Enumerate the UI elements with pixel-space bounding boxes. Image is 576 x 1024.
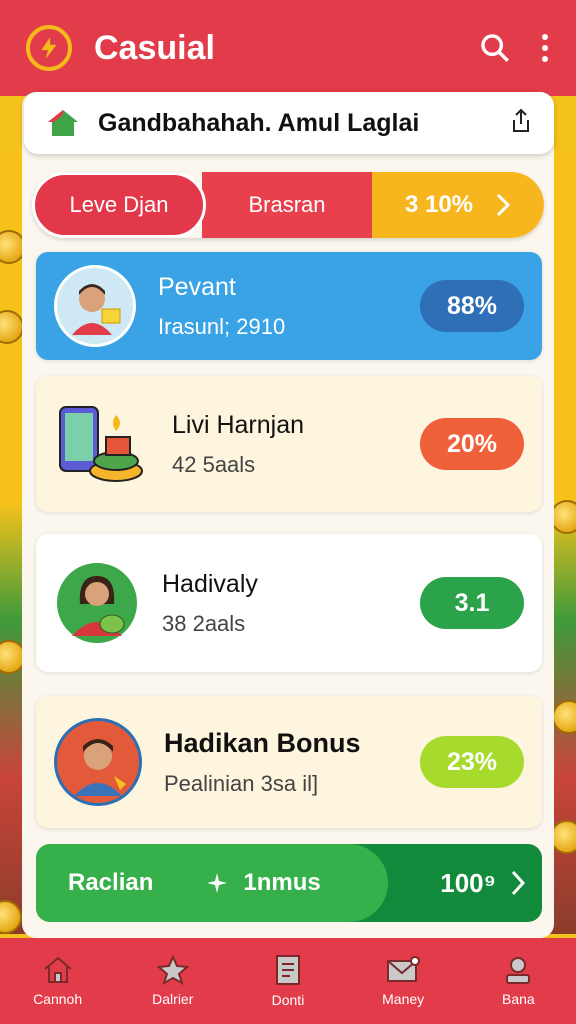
bolt-icon <box>41 37 57 59</box>
more-menu-icon[interactable] <box>540 32 550 64</box>
card-subtitle: 42 5aals <box>172 451 256 477</box>
bonus-bar[interactable]: Raclian 1nmus 100⁹ <box>36 844 542 922</box>
nav-item-profile[interactable]: Bana <box>468 955 568 1007</box>
bottom-navigation: Cannoh Dalrier Donti Maney Bana <box>0 938 576 1024</box>
bonus-middle-label: 1nmus <box>243 869 321 896</box>
card-title: Pevant <box>158 272 236 301</box>
percentage-badge[interactable]: 20% <box>420 418 524 470</box>
nav-label: Maney <box>382 991 425 1007</box>
card-title: Hadivaly <box>162 569 258 598</box>
nav-item-documents[interactable]: Donti <box>238 954 338 1008</box>
bonus-left-label: Raclian <box>68 869 154 896</box>
bonus-claim-segment[interactable]: Raclian 1nmus <box>36 844 388 922</box>
document-icon <box>275 955 300 985</box>
nav-label: Dalrier <box>152 991 194 1007</box>
percentage-badge[interactable]: 88% <box>420 280 524 332</box>
nav-label: Cannoh <box>33 991 83 1007</box>
woman-avatar-icon <box>72 576 125 636</box>
list-item[interactable]: Hadikan Bonus Pealinian 3sa il] 23% <box>36 696 542 828</box>
list-item[interactable]: Hadivaly 38 2aals 3.1 <box>36 534 542 672</box>
app-bar: Casuial <box>0 0 576 96</box>
level-bar[interactable]: Leve Djan Brasran 3 10% <box>32 172 544 238</box>
sparkle-icon <box>207 873 228 893</box>
region-segment[interactable]: Brasran <box>202 172 372 238</box>
nav-label: Bana <box>501 991 535 1007</box>
chevron-right-icon <box>496 193 511 217</box>
progress-value: 3 10% <box>404 191 474 218</box>
bonus-value-segment[interactable]: 100⁹ <box>388 844 542 922</box>
man-avatar-icon <box>74 739 126 796</box>
person-avatar-icon <box>72 284 121 335</box>
card-title: Livi Harnjan <box>172 410 305 439</box>
location-bar[interactable]: Gandbahahah. Amul Laglai <box>24 92 554 154</box>
nav-item-favorites[interactable]: Dalrier <box>123 955 223 1007</box>
app-title: Casuial <box>94 28 215 67</box>
card-subtitle: 38 2aals <box>162 610 246 636</box>
star-icon <box>156 955 189 985</box>
nav-label: Donti <box>271 992 305 1008</box>
card-subtitle: Irasunl; 2910 <box>158 313 286 339</box>
avatar <box>54 560 140 646</box>
percentage-badge[interactable]: 23% <box>420 736 524 788</box>
value-badge[interactable]: 3.1 <box>420 577 524 629</box>
share-icon[interactable] <box>510 108 532 139</box>
app-logo-icon <box>26 25 72 71</box>
search-icon[interactable] <box>478 31 512 65</box>
profile-icon <box>506 957 531 984</box>
card-subtitle: Pealinian 3sa il] <box>164 770 319 796</box>
avatar <box>54 718 142 806</box>
chevron-right-icon <box>511 870 526 896</box>
bonus-value: 100⁹ <box>440 867 496 898</box>
level-segment[interactable]: Leve Djan <box>32 172 206 238</box>
nav-item-money[interactable]: Maney <box>353 955 453 1007</box>
location-text: Gandbahahah. Amul Laglai <box>98 108 420 137</box>
list-item[interactable]: Pevant Irasunl; 2910 88% <box>36 252 542 360</box>
list-item[interactable]: Livi Harnjan 42 5aals 20% <box>36 376 542 512</box>
home-location-icon <box>48 110 78 136</box>
avatar <box>54 265 136 347</box>
home-icon <box>43 956 72 983</box>
progress-segment[interactable]: 3 10% <box>372 172 544 238</box>
phone-fruit-illustration-icon <box>54 401 150 487</box>
mail-icon <box>387 956 421 982</box>
card-title: Hadikan Bonus <box>164 727 361 758</box>
nav-item-home[interactable]: Cannoh <box>8 955 108 1007</box>
